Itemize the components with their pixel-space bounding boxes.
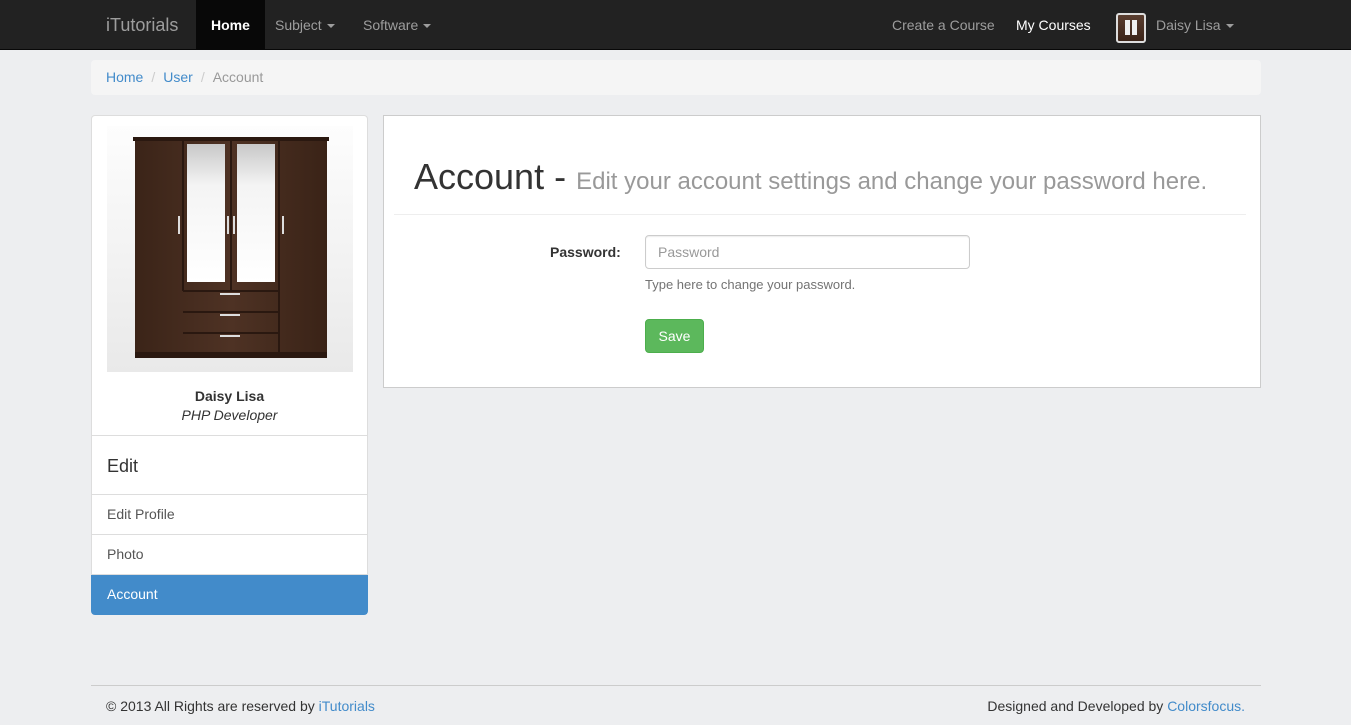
title-divider <box>394 214 1246 215</box>
breadcrumb: Home / User / Account <box>91 60 1261 95</box>
sidebar-item-edit-profile[interactable]: Edit Profile <box>91 495 368 535</box>
breadcrumb-current: Account <box>212 69 264 85</box>
nav-my-courses[interactable]: My Courses <box>1001 0 1106 50</box>
sidebar-heading-edit: Edit <box>91 435 368 495</box>
nav-subject-dropdown[interactable]: Subject <box>260 0 350 50</box>
password-help-text: Type here to change your password. <box>645 277 856 292</box>
breadcrumb-home[interactable]: Home <box>106 69 143 85</box>
nav-software-label: Software <box>363 17 419 33</box>
breadcrumb-user[interactable]: User <box>163 69 193 85</box>
wardrobe-image <box>133 137 329 358</box>
breadcrumb-separator: / <box>151 69 156 85</box>
sidebar-item-account[interactable]: Account <box>91 575 368 615</box>
brand-logo[interactable]: iTutorials <box>106 0 178 50</box>
caret-down-icon <box>326 24 335 29</box>
footer-credits-text: Designed and Developed by <box>987 698 1168 714</box>
user-name-label: Daisy Lisa <box>1156 17 1221 33</box>
top-navbar: iTutorials Home Subject Software Create … <box>0 0 1351 50</box>
profile-role: PHP Developer <box>181 407 278 423</box>
footer-divider <box>91 685 1261 686</box>
account-panel: Account - Edit your account settings and… <box>383 115 1261 388</box>
user-menu-dropdown[interactable]: Daisy Lisa <box>1141 0 1249 50</box>
password-label: Password: <box>550 244 621 260</box>
caret-down-icon <box>423 24 432 29</box>
page-subtitle: Edit your account settings and change yo… <box>576 168 1208 195</box>
footer-copyright-text: © 2013 All Rights are reserved by <box>106 698 319 714</box>
nav-create-course[interactable]: Create a Course <box>877 0 1010 50</box>
profile-card: Daisy Lisa PHP Developer <box>91 115 368 435</box>
caret-down-icon <box>1225 24 1234 29</box>
password-input[interactable] <box>645 235 970 269</box>
footer-itutorials-link[interactable]: iTutorials <box>319 698 375 714</box>
nav-software-dropdown[interactable]: Software <box>348 0 446 50</box>
footer-colorsfocus-link[interactable]: Colorsfocus <box>1167 698 1241 714</box>
footer-colorsfocus-suffix[interactable]: . <box>1241 698 1245 714</box>
nav-home[interactable]: Home <box>196 0 265 50</box>
footer-copyright: © 2013 All Rights are reserved by iTutor… <box>106 698 375 714</box>
profile-photo <box>107 126 353 372</box>
breadcrumb-separator: / <box>200 69 205 85</box>
nav-subject-label: Subject <box>275 17 322 33</box>
footer-credits: Designed and Developed by Colorsfocus. <box>987 698 1245 714</box>
page-title: Account - Edit your account settings and… <box>414 156 1207 198</box>
profile-name: Daisy Lisa <box>194 388 265 404</box>
sidebar-item-photo[interactable]: Photo <box>91 535 368 575</box>
sidebar: Daisy Lisa PHP Developer Edit Edit Profi… <box>91 115 368 615</box>
save-button[interactable]: Save <box>645 319 704 353</box>
page-title-text: Account - <box>414 156 567 197</box>
